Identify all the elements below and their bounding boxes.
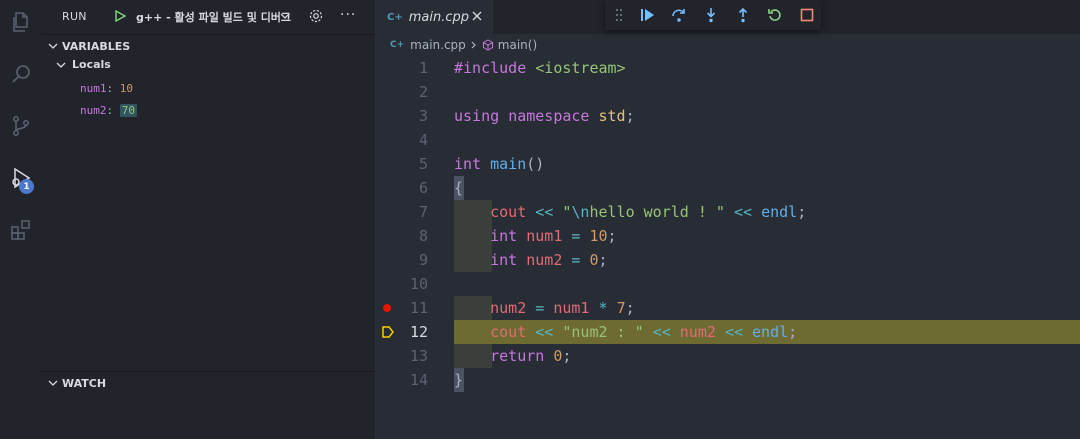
code-line: 11 num2 = num1 * 7;	[375, 296, 1080, 320]
breadcrumb: C+ main.cpp main()	[375, 34, 1080, 56]
code-line: 5 int main()	[375, 152, 1080, 176]
step-over-icon[interactable]	[671, 7, 687, 23]
source-control-icon[interactable]	[5, 110, 37, 142]
current-execution-line: 12 cout << "num2 : " << num2 << endl;	[375, 320, 1080, 344]
chevron-down-icon	[48, 380, 58, 386]
start-debugging-icon[interactable]	[114, 10, 126, 22]
drag-handle-icon[interactable]	[615, 8, 623, 22]
run-sidebar: RUN g++ - 활성 파일 빌드 및 디버그 ··· VARIABLES L…	[42, 0, 375, 439]
activity-bar: 1	[0, 0, 42, 439]
code-line: 3 using namespace std;	[375, 104, 1080, 128]
code-line: 14 }	[375, 368, 1080, 392]
tab-label: main.cpp	[408, 9, 469, 25]
line-number: 9	[418, 251, 428, 269]
explorer-icon[interactable]	[5, 6, 37, 38]
line-number: 7	[418, 203, 428, 221]
step-into-icon[interactable]	[703, 7, 719, 23]
line-number: 13	[409, 347, 428, 365]
chevron-down-icon[interactable]	[280, 11, 290, 21]
step-out-icon[interactable]	[735, 7, 751, 23]
editor-area: C+ main.cpp C+ main.cpp main() 1 #includ…	[375, 0, 1080, 439]
line-number: 5	[418, 155, 428, 173]
chevron-down-icon	[48, 43, 58, 49]
close-icon[interactable]	[471, 10, 483, 22]
debug-badge: 1	[19, 179, 34, 194]
watch-title: WATCH	[62, 376, 107, 390]
cpp-file-icon: C+	[387, 11, 403, 23]
extensions-icon[interactable]	[5, 214, 37, 246]
code-line: 13 return 0;	[375, 344, 1080, 368]
variable-name: num1	[80, 82, 107, 95]
code-line: 8 int num1 = 10;	[375, 224, 1080, 248]
line-number: 8	[418, 227, 428, 245]
line-number: 6	[418, 179, 428, 197]
line-number: 12	[409, 323, 428, 341]
code-line: 7 cout << "\nhello world ! " << endl;	[375, 200, 1080, 224]
variable-num2[interactable]: num2: 70	[80, 104, 137, 117]
line-number: 3	[418, 107, 428, 125]
launch-config-select[interactable]: g++ - 활성 파일 빌드 및 디버그	[136, 9, 291, 25]
line-number: 4	[418, 131, 428, 149]
code-line: 2	[375, 80, 1080, 104]
code-line: 1 #include <iostream>	[375, 56, 1080, 80]
breadcrumb-symbol[interactable]: main()	[498, 38, 537, 52]
code-line: 6 {	[375, 176, 1080, 200]
cpp-file-icon: C+	[390, 40, 405, 50]
line-number: 14	[409, 371, 428, 389]
more-actions-icon[interactable]: ···	[340, 7, 356, 23]
locals-label: Locals	[72, 58, 111, 71]
variables-section-header[interactable]: VARIABLES	[42, 34, 375, 57]
code-line: 4	[375, 128, 1080, 152]
method-icon	[482, 39, 493, 51]
variable-num1[interactable]: num1: 10	[80, 82, 133, 95]
tab-main-cpp[interactable]: C+ main.cpp	[375, 0, 493, 34]
variable-value-changed: 70	[119, 104, 137, 117]
continue-icon[interactable]	[639, 7, 655, 23]
code-line: 10	[375, 272, 1080, 296]
restart-icon[interactable]	[767, 7, 783, 23]
chevron-right-icon	[471, 41, 476, 49]
code-line: 9 int num2 = 0;	[375, 248, 1080, 272]
stop-icon[interactable]	[799, 7, 815, 23]
watch-section-header[interactable]: WATCH	[42, 371, 375, 394]
breadcrumb-file[interactable]: main.cpp	[410, 38, 466, 52]
variable-name: num2	[80, 104, 107, 117]
locals-scope[interactable]: Locals	[56, 58, 111, 71]
chevron-down-icon	[56, 62, 66, 68]
search-icon[interactable]	[5, 58, 37, 90]
variables-title: VARIABLES	[62, 39, 131, 53]
sidebar-title: RUN	[62, 10, 87, 23]
debug-toolbar	[605, 0, 821, 30]
line-number: 11	[409, 299, 428, 317]
line-number: 2	[418, 83, 428, 101]
variable-value: 10	[119, 82, 133, 95]
gear-icon[interactable]	[308, 8, 324, 24]
line-number: 10	[409, 275, 428, 293]
line-number: 1	[418, 59, 428, 77]
